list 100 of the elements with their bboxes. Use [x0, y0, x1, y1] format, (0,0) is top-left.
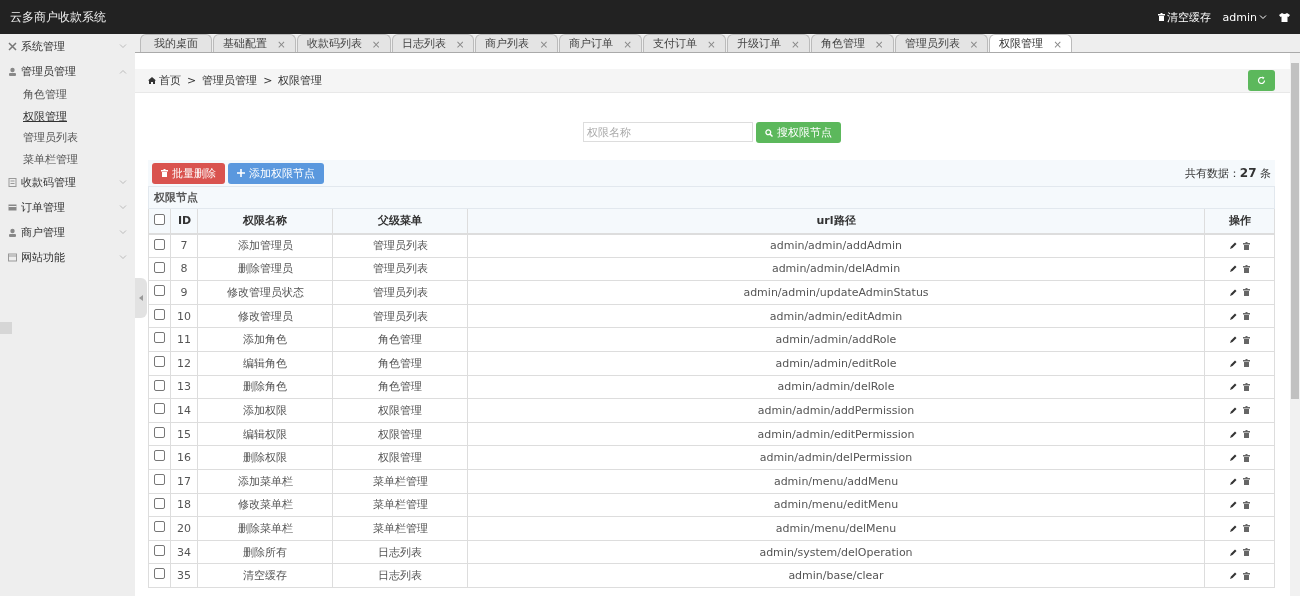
user-icon	[8, 67, 17, 76]
pencil-icon[interactable]	[1229, 383, 1237, 391]
table-cell: 修改管理员	[197, 304, 333, 328]
user-menu[interactable]: admin	[1222, 10, 1267, 24]
row-checkbox[interactable]	[154, 238, 165, 250]
sidebar-subitem[interactable]: 菜单栏管理	[0, 148, 135, 170]
close-icon[interactable]: ×	[1053, 37, 1063, 50]
column-header: url路径	[467, 208, 1205, 234]
sidebar-item[interactable]: 系统管理	[0, 34, 135, 59]
table-cell: 管理员列表	[332, 304, 468, 328]
pencil-icon[interactable]	[1229, 406, 1237, 414]
table-cell: admin/admin/delRole	[467, 375, 1205, 399]
trash-icon[interactable]	[1242, 241, 1250, 250]
trash-icon[interactable]	[1242, 524, 1250, 533]
tab[interactable]: 升级订单 ×	[726, 34, 810, 52]
sidebar-item[interactable]: 管理员管理	[0, 59, 135, 84]
pencil-icon[interactable]	[1229, 501, 1237, 509]
batch-delete-button[interactable]: 批量删除	[152, 162, 225, 184]
pencil-icon[interactable]	[1229, 477, 1237, 485]
tab[interactable]: 收款码列表 ×	[296, 34, 391, 52]
trash-icon[interactable]	[1242, 264, 1250, 273]
trash-icon[interactable]	[1242, 312, 1250, 321]
row-checkbox[interactable]	[154, 403, 165, 415]
tab[interactable]: 管理员列表 ×	[894, 34, 989, 52]
row-checkbox[interactable]	[154, 332, 165, 344]
trash-icon[interactable]	[1242, 382, 1250, 391]
sidebar-item[interactable]: 网站功能	[0, 245, 135, 270]
row-checkbox[interactable]	[154, 308, 165, 320]
sidebar-subitem[interactable]: 管理员列表	[0, 127, 135, 149]
row-checkbox[interactable]	[154, 426, 165, 438]
tab[interactable]: 权限管理 ×	[989, 34, 1073, 52]
pencil-icon[interactable]	[1229, 359, 1237, 367]
row-checkbox[interactable]	[154, 544, 165, 556]
pencil-icon[interactable]	[1229, 572, 1237, 580]
trash-icon[interactable]	[1242, 335, 1250, 344]
card-icon	[8, 203, 17, 212]
tab[interactable]: 商户订单 ×	[559, 34, 643, 52]
trash-icon[interactable]	[1242, 288, 1250, 297]
pencil-icon[interactable]	[1229, 454, 1237, 462]
tab[interactable]: 基础配置 ×	[213, 34, 296, 52]
pencil-icon[interactable]	[1229, 312, 1237, 320]
table-cell: 删除管理员	[197, 257, 333, 281]
row-checkbox[interactable]	[154, 521, 165, 533]
table-cell: 管理员列表	[332, 257, 468, 281]
select-all-checkbox[interactable]	[154, 214, 165, 226]
row-checkbox[interactable]	[154, 285, 165, 297]
table-cell: 日志列表	[332, 563, 468, 588]
pencil-icon[interactable]	[1229, 548, 1237, 556]
row-checkbox[interactable]	[154, 473, 165, 485]
table-cell: 角色管理	[332, 375, 468, 399]
trash-icon[interactable]	[1242, 359, 1250, 368]
trash-icon[interactable]	[1242, 477, 1250, 486]
sidebar-subitem[interactable]: 权限管理	[0, 105, 135, 127]
table-cell: 14	[170, 398, 198, 423]
pencil-icon[interactable]	[1229, 265, 1237, 273]
sidebar-subitem[interactable]: 角色管理	[0, 84, 135, 106]
document-icon	[8, 178, 17, 187]
breadcrumb-separator: >	[187, 74, 197, 87]
trash-icon[interactable]	[1242, 548, 1250, 556]
scrollbar[interactable]	[1290, 53, 1300, 596]
tab[interactable]: 商户列表 ×	[475, 34, 559, 52]
pencil-icon[interactable]	[1229, 242, 1237, 250]
tab[interactable]: 我的桌面	[140, 34, 212, 52]
caret-left-icon	[139, 295, 143, 301]
row-checkbox[interactable]	[154, 261, 165, 273]
pencil-icon[interactable]	[1229, 524, 1237, 532]
table-cell: admin/admin/editRole	[467, 351, 1205, 376]
scrollbar-thumb[interactable]	[1291, 63, 1299, 399]
table-cell: 管理员列表	[332, 280, 468, 305]
table-cell: admin/admin/delAdmin	[467, 257, 1205, 281]
sidebar-item[interactable]: 收款码管理	[0, 170, 135, 195]
table-cell: admin/admin/addRole	[467, 327, 1205, 352]
trash-icon[interactable]	[1242, 453, 1250, 462]
search-field[interactable]: 权限名称	[582, 122, 753, 142]
row-checkbox[interactable]	[154, 355, 165, 367]
trash-icon[interactable]	[1242, 571, 1250, 580]
clear-cache-link[interactable]: 清空缓存	[1157, 9, 1211, 25]
trash-icon[interactable]	[1242, 430, 1250, 439]
tab[interactable]: 支付订单 ×	[643, 34, 726, 52]
pencil-icon[interactable]	[1229, 336, 1237, 344]
row-checkbox[interactable]	[154, 379, 165, 391]
row-checkbox[interactable]	[154, 450, 165, 462]
pencil-icon[interactable]	[1229, 289, 1237, 296]
tab[interactable]: 日志列表 ×	[391, 34, 475, 52]
plus-icon	[237, 169, 245, 177]
tab[interactable]: 角色管理 ×	[810, 34, 894, 52]
table-cell: admin/admin/addAdmin	[467, 233, 1205, 258]
trash-icon[interactable]	[1242, 500, 1250, 509]
row-checkbox[interactable]	[154, 568, 165, 580]
table-cell: 20	[170, 516, 198, 541]
table-cell: 添加权限	[197, 398, 333, 423]
collapse-handle[interactable]	[135, 278, 147, 318]
row-checkbox[interactable]	[154, 497, 165, 509]
pencil-icon[interactable]	[1229, 430, 1237, 438]
breadcrumb-item[interactable]: 首页	[148, 73, 181, 88]
sidebar-item[interactable]: 订单管理	[0, 195, 135, 220]
sidebar-item[interactable]: 商户管理	[0, 220, 135, 245]
shirt-icon[interactable]	[1279, 12, 1290, 22]
trash-icon[interactable]	[1242, 406, 1250, 415]
breadcrumb-item[interactable]: 管理员管理	[202, 73, 258, 88]
